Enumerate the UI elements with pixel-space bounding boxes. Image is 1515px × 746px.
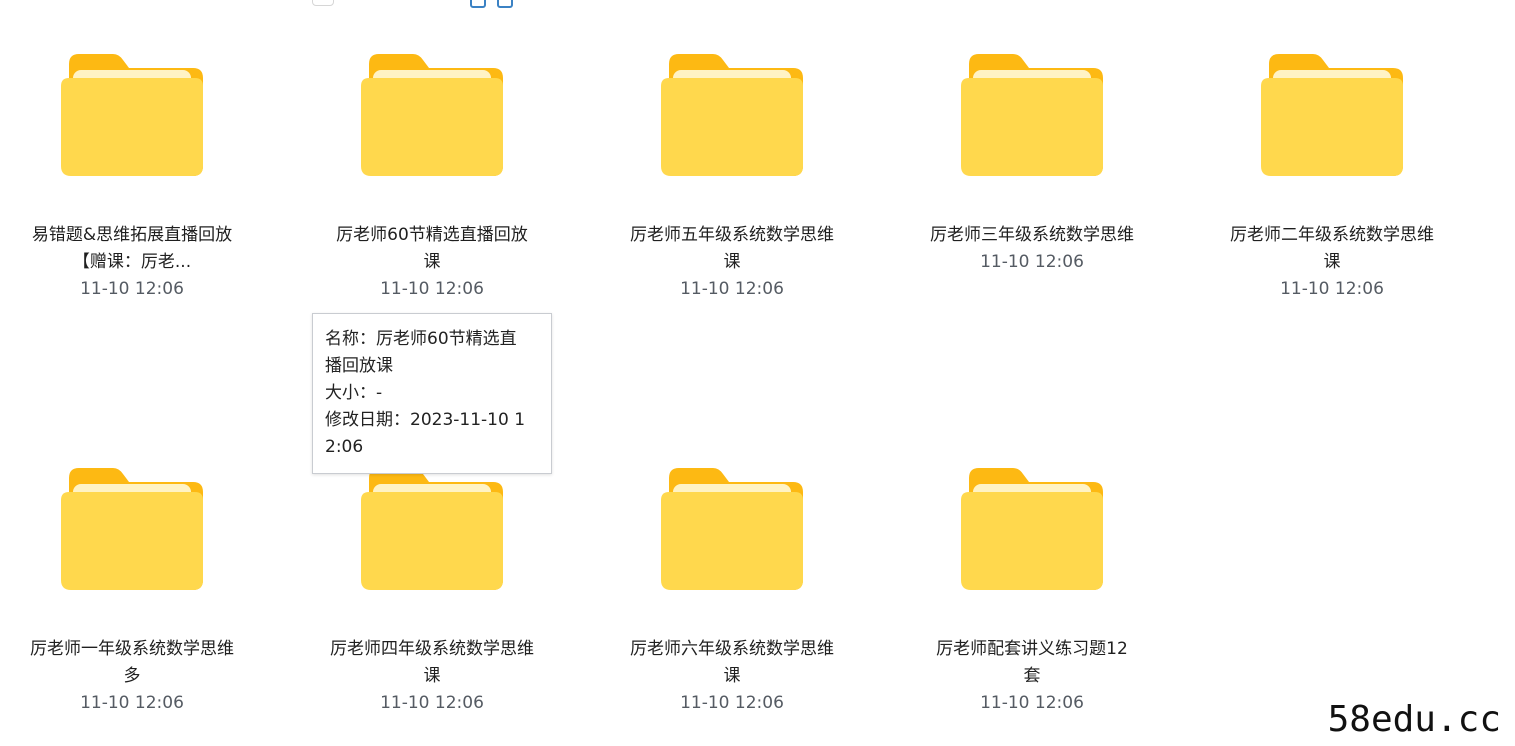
- folder-name-line: 课: [423, 252, 441, 272]
- tooltip-name-line: 播回放课: [325, 356, 393, 376]
- folder-icon: [359, 50, 505, 178]
- folder-name: 厉老师六年级系统数学思维 课: [612, 636, 852, 690]
- folder-name-line: 课: [723, 666, 741, 686]
- folder-name-line: 多: [123, 666, 141, 686]
- folder-icon: [959, 464, 1105, 592]
- file-grid: 易错题&思维拓展直播回放 【赠课：厉老... 11-10 12:06 厉老师60…: [0, 0, 1515, 746]
- folder-name: 厉老师60节精选直播回放 课: [312, 222, 552, 276]
- folder-icon: [959, 50, 1105, 178]
- folder-date: 11-10 12:06: [680, 693, 784, 713]
- folder-icon: [1259, 50, 1405, 178]
- folder-name-line: 【赠课：厉老...: [72, 252, 192, 272]
- folder-date: 11-10 12:06: [980, 693, 1084, 713]
- folder-date: 11-10 12:06: [80, 279, 184, 299]
- tooltip-size: 大小：-: [325, 383, 383, 403]
- folder-date: 11-10 12:06: [1280, 279, 1384, 299]
- folder-date: 11-10 12:06: [380, 693, 484, 713]
- file-info-tooltip: 名称：厉老师60节精选直 播回放课 大小：- 修改日期：2023-11-10 1…: [312, 313, 552, 474]
- folder-icon: [59, 50, 205, 178]
- folder-name-line: 课: [723, 252, 741, 272]
- tooltip-modified-date: 修改日期：2023-11-10 1: [325, 410, 526, 430]
- tooltip-name-line: 名称：厉老师60节精选直: [325, 329, 517, 349]
- tooltip-modified-date: 2:06: [325, 437, 364, 457]
- folder-item[interactable]: 厉老师六年级系统数学思维 课 11-10 12:06: [582, 464, 882, 717]
- folder-item[interactable]: 厉老师二年级系统数学思维 课 11-10 12:06: [1182, 50, 1482, 303]
- folder-name: 厉老师五年级系统数学思维 课: [612, 222, 852, 276]
- folder-date: 11-10 12:06: [80, 693, 184, 713]
- folder-name-line: 厉老师三年级系统数学思维: [930, 225, 1134, 245]
- folder-name-line: 厉老师五年级系统数学思维: [630, 225, 834, 245]
- folder-name: 厉老师三年级系统数学思维: [912, 222, 1152, 249]
- folder-name: 厉老师四年级系统数学思维 课: [312, 636, 552, 690]
- folder-item[interactable]: 厉老师五年级系统数学思维 课 11-10 12:06: [582, 50, 882, 303]
- folder-name-line: 课: [1323, 252, 1341, 272]
- folder-name-line: 套: [1023, 666, 1041, 686]
- folder-icon: [59, 464, 205, 592]
- folder-icon: [659, 50, 805, 178]
- folder-item[interactable]: 厉老师四年级系统数学思维 课 11-10 12:06: [282, 464, 582, 717]
- folder-name: 厉老师配套讲义练习题12 套: [912, 636, 1152, 690]
- folder-name-line: 厉老师二年级系统数学思维: [1230, 225, 1434, 245]
- folder-item[interactable]: 易错题&思维拓展直播回放 【赠课：厉老... 11-10 12:06: [0, 50, 282, 303]
- folder-name-line: 厉老师60节精选直播回放: [336, 225, 528, 245]
- folder-date: 11-10 12:06: [680, 279, 784, 299]
- folder-name-line: 厉老师六年级系统数学思维: [630, 639, 834, 659]
- folder-item[interactable]: 厉老师60节精选直播回放 课 11-10 12:06: [282, 50, 582, 303]
- folder-name: 厉老师二年级系统数学思维 课: [1212, 222, 1452, 276]
- folder-item[interactable]: 厉老师三年级系统数学思维 11-10 12:06: [882, 50, 1182, 276]
- folder-date: 11-10 12:06: [980, 252, 1084, 272]
- folder-date: 11-10 12:06: [380, 279, 484, 299]
- folder-name: 易错题&思维拓展直播回放 【赠课：厉老...: [12, 222, 252, 276]
- watermark: 58edu.cc: [1327, 699, 1501, 740]
- folder-name-line: 厉老师一年级系统数学思维: [30, 639, 234, 659]
- folder-icon: [659, 464, 805, 592]
- folder-name-line: 厉老师四年级系统数学思维: [330, 639, 534, 659]
- folder-icon: [359, 464, 505, 592]
- folder-name-line: 课: [423, 666, 441, 686]
- folder-name-line: 易错题&思维拓展直播回放: [31, 225, 233, 245]
- folder-item[interactable]: 厉老师配套讲义练习题12 套 11-10 12:06: [882, 464, 1182, 717]
- folder-item[interactable]: 厉老师一年级系统数学思维 多 11-10 12:06: [0, 464, 282, 717]
- folder-name-line: 厉老师配套讲义练习题12: [936, 639, 1128, 659]
- folder-name: 厉老师一年级系统数学思维 多: [12, 636, 252, 690]
